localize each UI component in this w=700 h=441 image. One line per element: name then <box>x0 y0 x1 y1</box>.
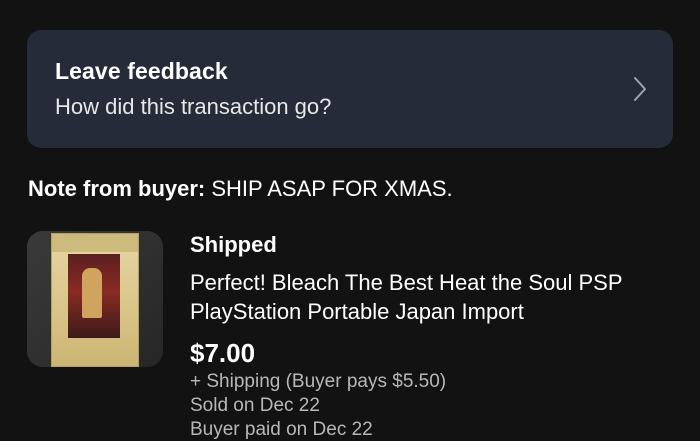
feedback-subtitle: How did this transaction go? <box>55 94 332 119</box>
buyer-note-text: SHIP ASAP FOR XMAS. <box>211 176 453 201</box>
buyer-paid-date: Buyer paid on Dec 22 <box>190 419 373 440</box>
buyer-note-label: Note from buyer: <box>28 176 206 201</box>
case-top-band <box>52 234 138 252</box>
buyer-note: Note from buyer: SHIP ASAP FOR XMAS. <box>28 176 453 202</box>
game-case-image <box>51 233 139 367</box>
feedback-title: Leave feedback <box>55 58 228 84</box>
sold-date: Sold on Dec 22 <box>190 395 320 416</box>
item-thumbnail[interactable] <box>27 231 163 367</box>
shipping-info: + Shipping (Buyer pays $5.50) <box>190 371 447 392</box>
case-character-figure <box>82 268 102 318</box>
order-status: Shipped <box>190 232 277 257</box>
leave-feedback-card[interactable]: Leave feedback How did this transaction … <box>27 30 673 148</box>
item-price: $7.00 <box>190 338 256 368</box>
item-title[interactable]: Perfect! Bleach The Best Heat the Soul P… <box>190 268 680 326</box>
chevron-right-icon <box>634 77 646 101</box>
